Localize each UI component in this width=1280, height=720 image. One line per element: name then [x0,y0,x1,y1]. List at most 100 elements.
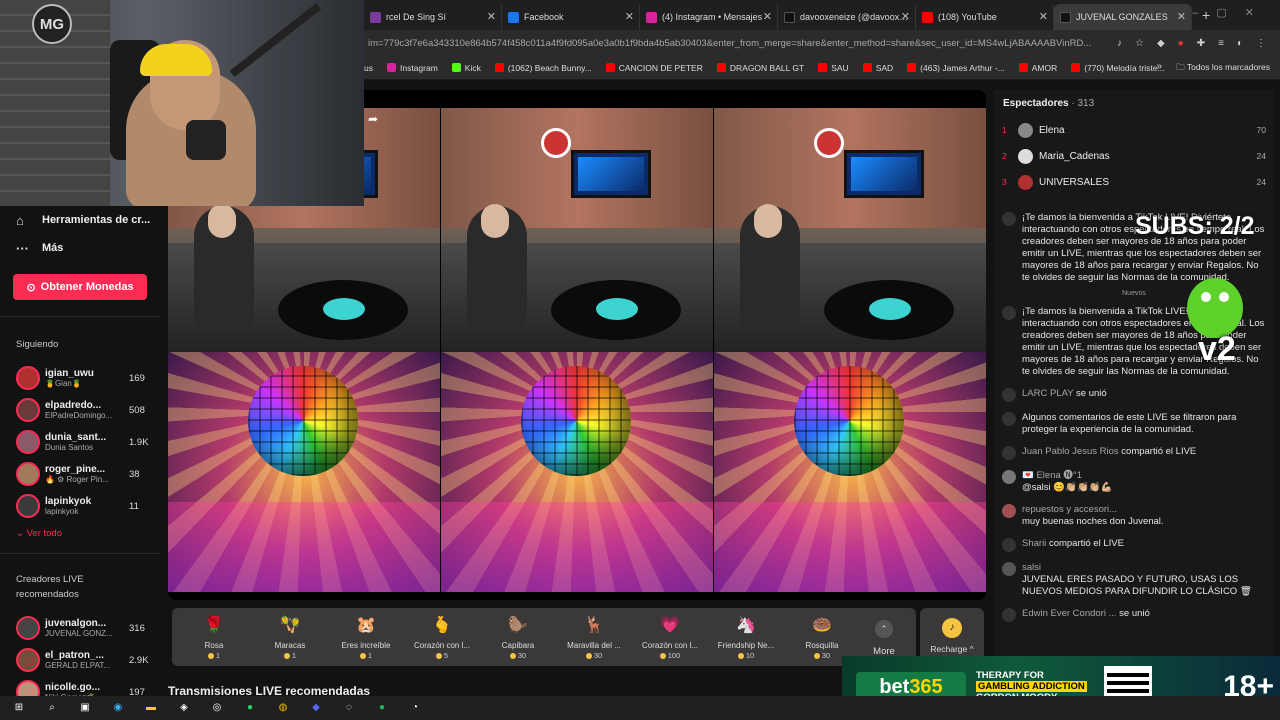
following-account[interactable]: roger_pine... 🔥 ⚙ Roger Pin... 38 [0,458,160,490]
extension-icon[interactable]: ◆ [1157,38,1165,49]
url-text[interactable]: im=779c3f7e6a343310e864b574f458c011a4f9f… [364,38,1103,49]
browser-tab-active[interactable]: JUVENAL GONZALES ✕ [1054,4,1192,30]
address-bar[interactable]: im=779c3f7e6a343310e864b574f458c011a4f9f… [364,30,1280,56]
spotify-icon[interactable]: ● [371,700,393,716]
window-controls[interactable]: –▢✕ [1192,6,1272,19]
gift-item[interactable]: 🦫 Capibara 30 [480,615,556,660]
deer-icon: 🦌 [584,616,604,634]
edge-icon[interactable]: ◉ [107,700,129,716]
viewers-heading[interactable]: Espectadores · 313 [994,90,1274,117]
following-account[interactable]: igian_uwu 🍍Gian🍍 169 [0,362,160,394]
bookmark-star-icon[interactable]: ☆ [1135,38,1144,49]
file-explorer-icon[interactable]: ▬ [140,700,162,716]
bookmark[interactable]: DRAGON BALL GT [716,63,804,73]
share-icon[interactable]: ➦ [368,112,378,126]
close-tab-icon[interactable]: ✕ [625,10,634,23]
browser-tab[interactable]: (4) Instagram • Mensajes ✕ [640,4,778,30]
chat-message[interactable]: Sharii compartió el LIVE [1002,538,1266,552]
bookmark[interactable]: us [364,63,373,73]
maracas-icon: 🪇 [280,616,300,634]
close-tab-icon[interactable]: ✕ [487,10,496,23]
heart-icon: 💗 [660,616,680,634]
chat-message[interactable]: LARC PLAY se unió [1002,388,1266,402]
youtube-icon [494,63,504,72]
bookmark[interactable]: (770) Melodía triste... [1071,63,1165,73]
close-tab-icon[interactable]: ✕ [901,10,910,23]
youtube-icon [1018,63,1028,72]
recommended-account[interactable]: el_patron_... GERALD ELPAT... 2.9K [0,644,160,676]
steam-icon[interactable]: ◌ [338,700,360,716]
discord-icon[interactable]: ◆ [305,700,327,716]
following-account[interactable]: lapinkyok lapinkyok 11 [0,490,160,522]
youtube-icon [818,63,828,72]
top-viewer[interactable]: 3 UNIVERSALES 24 [994,169,1274,195]
bookmark[interactable]: SAU [818,63,849,73]
more-gifts-button[interactable]: ⌃ More [866,620,902,657]
gift-item[interactable]: 🫰 Corazón con l... 5 [404,615,480,660]
get-coins-button[interactable]: ⊙ Obtener Monedas [13,274,147,300]
obs-icon[interactable]: ◎ [206,700,228,716]
bookmark[interactable]: (463) James Arthur -... [907,63,1005,73]
following-account[interactable]: elpadredo... ElPadreDomingo... 508 [0,394,160,426]
recommended-account[interactable]: juvenalgon... JUVENAL GONZ... 316 [0,612,160,644]
avatar [16,616,40,640]
gift-item[interactable]: 🐹 Eres increíble 1 [328,615,404,660]
tiktok-icon [1002,306,1016,320]
chat-message[interactable]: 💌 Elena 🅝°1 @salsi 😊👏🏼👏🏼👏🏼💪🏼 [1002,470,1266,494]
bookmark[interactable]: SAD [862,63,893,73]
top-viewer[interactable]: 1 Elena 70 [994,117,1274,143]
profile-icon[interactable]: ◐ [1237,38,1243,49]
whatsapp-icon[interactable]: ● [239,700,261,716]
chrome-icon[interactable]: ◍ [272,700,294,716]
bookmark[interactable]: CANCION DE PETER [605,63,703,73]
browser-tab[interactable]: rcel De Sing Sí ✕ [364,4,502,30]
left-sidebar: ⌂ Herramientas de cr... ··· Más ⊙ Obtener M… [0,206,160,704]
close-tab-icon[interactable]: ✕ [1039,10,1048,23]
extension-icon[interactable]: ● [1178,38,1184,49]
youtube-icon [1071,63,1081,72]
browser-tab[interactable]: (108) YouTube ✕ [916,4,1054,30]
chat-message[interactable]: repuestos y accesori... muy buenas noches… [1002,504,1266,528]
bookmarks-overflow-icon[interactable]: » [1156,61,1162,72]
gift-item[interactable]: 💗 Corazón con l... 100 [632,615,708,660]
close-tab-icon[interactable]: ✕ [1177,10,1186,23]
browser-tab[interactable]: Facebook ✕ [502,4,640,30]
see-all-link[interactable]: ⌄ Ver todo [0,522,160,545]
chat-message[interactable]: Edwin Ever Condori ... se unió [1002,608,1266,622]
gift-item[interactable]: 🍩 Rosquilla 30 [784,615,860,660]
top-viewer[interactable]: 2 Maria_Cadenas 24 [994,143,1274,169]
more-link[interactable]: ··· Más [0,234,160,262]
menu-icon[interactable]: ⋮ [1256,38,1266,49]
puzzle-icon[interactable]: ✚ [1197,38,1205,49]
avatar [1018,122,1033,138]
search-icon[interactable]: ⌕ [41,700,63,716]
bookmark[interactable]: AMOR [1018,63,1057,73]
tiktok-extension-icon[interactable]: ♪ [1117,38,1122,49]
close-tab-icon[interactable]: ✕ [763,10,772,23]
following-account[interactable]: dunia_sant... Dunia Santos 1.9K [0,426,160,458]
gift-item[interactable]: 🦌 Maravilla del ... 30 [556,615,632,660]
windows-start-icon[interactable]: ⊞ [8,700,30,716]
chat-message[interactable]: Juan Pablo Jesus Rios compartió el LIVE [1002,446,1266,460]
media-icon[interactable]: ≡ [1218,38,1224,49]
task-view-icon[interactable]: ▣ [74,700,96,716]
gift-item[interactable]: 🌹 Rosa 1 [176,615,252,660]
app-icon[interactable]: ◈ [173,700,195,716]
browser-tab[interactable]: davooxeneize (@davoox… ✕ [778,4,916,30]
gift-item[interactable]: 🪇 Maracas 1 [252,615,328,660]
bookmark[interactable]: Kick [451,63,481,73]
app-icon[interactable]: ◔ [404,700,426,716]
bookmark[interactable]: (1062) Beach Bunny... [494,63,592,73]
avatar [1002,504,1016,518]
kick-icon [451,63,461,72]
video-tile [441,108,713,352]
creator-tools-link[interactable]: ⌂ Herramientas de cr... [0,206,160,234]
microphone-icon [186,120,226,160]
all-bookmarks-folder[interactable]: 🗀 Todos los marcadores [1176,62,1270,76]
bookmark[interactable]: Instagram [386,63,438,73]
chat-message[interactable]: salsi JUVENAL ERES PASADO Y FUTURO, USAS … [1002,562,1266,598]
avatar [16,462,40,486]
gift-item[interactable]: 🦄 Friendship Ne... 10 [708,615,784,660]
right-panel: Espectadores · 313 1 Elena 70 2 Maria_Caden… [994,90,1274,660]
avatar [1002,562,1016,576]
